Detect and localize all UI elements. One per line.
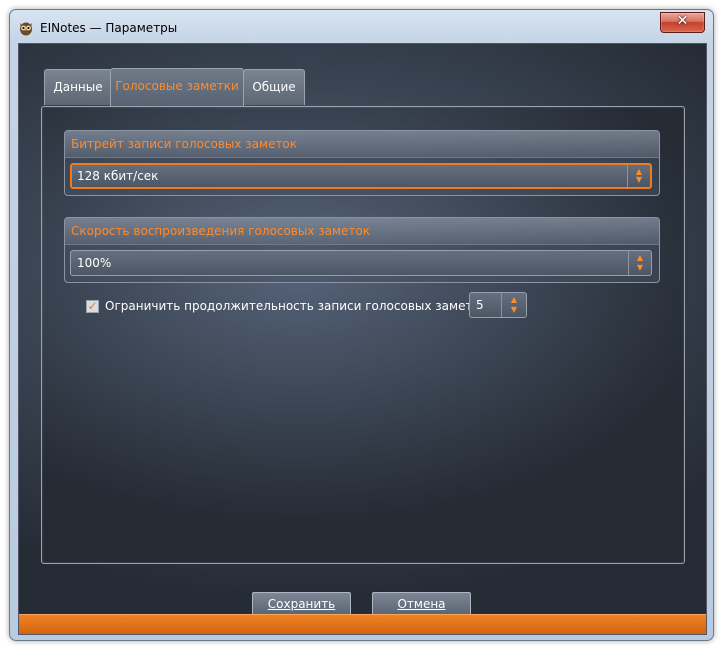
limit-duration-checkbox[interactable]: ✓ <box>86 300 99 313</box>
tab-data-label: Данные <box>53 80 103 94</box>
title-bar[interactable]: EINotes — Параметры ✕ <box>10 10 713 44</box>
close-icon: ✕ <box>676 13 689 29</box>
cancel-button-label: Отмена <box>397 597 446 611</box>
owl-icon <box>20 22 32 36</box>
playback-speed-group: Скорость воспроизведения голосовых замет… <box>64 217 660 283</box>
playback-speed-spinner[interactable]: ▲ ▼ <box>628 251 651 275</box>
bitrate-group-header: Битрейт записи голосовых заметок <box>65 131 659 158</box>
window-title: EINotes — Параметры <box>40 21 178 35</box>
chevron-up-icon: ▲ <box>636 253 644 262</box>
chevron-down-icon: ▼ <box>510 305 518 314</box>
limit-duration-label: Ограничить продолжительность записи голо… <box>105 299 524 313</box>
bitrate-select[interactable]: 128 кбит/сек ▲ ▼ <box>70 163 652 189</box>
save-button[interactable]: Сохранить <box>252 592 351 616</box>
cancel-button[interactable]: Отмена <box>372 592 471 616</box>
chevron-down-icon: ▼ <box>635 175 643 184</box>
limit-duration-input[interactable]: 5 ▲ ▼ <box>469 292 527 318</box>
playback-speed-select[interactable]: 100% ▲ ▼ <box>70 250 652 276</box>
save-button-label: Сохранить <box>267 597 336 611</box>
bitrate-value: 128 кбит/сек <box>77 169 159 183</box>
bitrate-spinner[interactable]: ▲ ▼ <box>627 165 650 187</box>
close-button[interactable]: ✕ <box>660 12 705 33</box>
limit-duration-value: 5 <box>476 298 484 312</box>
chevron-down-icon: ▼ <box>636 263 644 272</box>
tab-general[interactable]: Общие <box>243 69 305 105</box>
limit-duration-spinner[interactable]: ▲ ▼ <box>501 293 526 317</box>
playback-speed-group-header: Скорость воспроизведения голосовых замет… <box>65 218 659 245</box>
accent-footer-bar <box>19 614 706 634</box>
playback-speed-value: 100% <box>77 256 112 270</box>
tab-voice-notes-label: Голосовые заметки <box>115 79 239 93</box>
client-area: Данные Голосовые заметки Общие Битрейт з… <box>18 43 707 635</box>
settings-window: EINotes — Параметры ✕ Данные Голосовые з… <box>9 9 714 641</box>
tab-data[interactable]: Данные <box>44 69 112 105</box>
check-icon: ✓ <box>87 299 98 313</box>
tab-general-label: Общие <box>252 80 296 94</box>
chevron-up-icon: ▲ <box>510 295 518 304</box>
voice-notes-panel: Битрейт записи голосовых заметок 128 кби… <box>41 106 685 564</box>
tab-voice-notes[interactable]: Голосовые заметки <box>110 68 244 106</box>
bitrate-group: Битрейт записи голосовых заметок 128 кби… <box>64 130 660 196</box>
